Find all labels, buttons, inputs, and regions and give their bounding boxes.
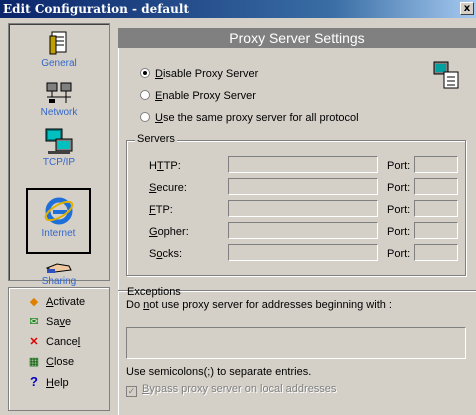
ftp-label: FTP: xyxy=(149,204,173,216)
gopher-server-input[interactable] xyxy=(228,222,378,239)
sharing-hand-icon xyxy=(45,263,72,273)
activate-icon: ◆ xyxy=(29,296,39,308)
socks-port-label: Port: xyxy=(387,248,411,260)
proxy-computers-icon xyxy=(433,61,459,89)
checkmark-icon: ✓ xyxy=(126,386,137,397)
sidebar-item-tcpip[interactable]: TCP/IP xyxy=(9,127,109,168)
internet-explorer-icon xyxy=(44,197,73,225)
document-icon xyxy=(49,31,67,55)
cancel-button[interactable]: ✕ Cancel xyxy=(26,334,80,350)
sidebar-item-label: General xyxy=(41,58,77,69)
http-port-label: Port: xyxy=(387,160,411,172)
disable-proxy-radio[interactable]: Disable Proxy Server xyxy=(140,67,258,81)
http-port-input[interactable] xyxy=(414,156,458,173)
cancel-icon: ✕ xyxy=(29,336,39,348)
ftp-server-input[interactable] xyxy=(228,200,378,217)
gopher-port-label: Port: xyxy=(387,226,411,238)
sidebar-item-sharing[interactable]: Sharing xyxy=(9,260,109,287)
activate-button[interactable]: ◆ Activate xyxy=(26,294,85,310)
secure-port-input[interactable] xyxy=(414,178,458,195)
save-button[interactable]: ✉ Save xyxy=(26,314,71,330)
actions-panel: ◆ Activate ✉ Save ✕ Cancel ▦ Close ? Help xyxy=(8,287,110,411)
sidebar-item-network[interactable]: Network xyxy=(9,81,109,118)
computers-icon xyxy=(45,128,73,154)
exceptions-legend: Exceptions xyxy=(127,286,181,298)
secure-server-input[interactable] xyxy=(228,178,378,195)
sidebar-item-label: TCP/IP xyxy=(42,157,76,168)
http-label: HTTP: xyxy=(149,160,181,172)
socks-label: Socks: xyxy=(149,248,183,260)
window-title: Edit Configuration - default xyxy=(3,2,189,16)
radio-dot xyxy=(140,68,150,78)
exceptions-description: Do not use proxy server for addresses be… xyxy=(126,299,392,311)
close-button[interactable]: ▦ Close xyxy=(26,354,74,370)
window-title-bar: Edit Configuration - default x xyxy=(0,0,476,18)
panel-title: Proxy Server Settings xyxy=(118,28,476,48)
gopher-label: Gopher: xyxy=(149,226,189,238)
socks-server-input[interactable] xyxy=(228,244,378,261)
exceptions-hint: Use semicolons(;) to separate entries. xyxy=(126,366,312,378)
exceptions-input[interactable] xyxy=(126,327,466,359)
secure-label: Secure: xyxy=(149,182,187,194)
network-icon xyxy=(46,82,72,103)
sidebar-item-label: Network xyxy=(40,107,78,118)
sidebar-item-internet[interactable]: Internet xyxy=(26,188,91,254)
gopher-port-input[interactable] xyxy=(414,222,458,239)
enable-proxy-radio[interactable]: Enable Proxy Server xyxy=(140,89,256,103)
ftp-port-label: Port: xyxy=(387,204,411,216)
category-sidebar: General Network TCP/IP Internet Sharing xyxy=(8,23,110,287)
ftp-port-input[interactable] xyxy=(414,200,458,217)
sidebar-item-label: Internet xyxy=(41,228,76,239)
sidebar-item-label: Sharing xyxy=(41,276,77,287)
close-door-icon: ▦ xyxy=(28,356,40,368)
close-window-button[interactable]: x xyxy=(460,2,474,15)
same-proxy-radio[interactable]: Use the same proxy server for all protoc… xyxy=(140,111,359,125)
help-button[interactable]: ? Help xyxy=(26,374,69,390)
help-icon: ? xyxy=(30,374,38,389)
sidebar-item-general[interactable]: General xyxy=(9,30,109,69)
http-server-input[interactable] xyxy=(228,156,378,173)
servers-legend: Servers xyxy=(135,133,177,145)
save-icon: ✉ xyxy=(29,316,39,328)
radio-dot xyxy=(140,90,150,100)
radio-dot xyxy=(140,112,150,122)
secure-port-label: Port: xyxy=(387,182,411,194)
socks-port-input[interactable] xyxy=(414,244,458,261)
bypass-local-checkbox[interactable]: ✓ Bypass proxy server on local addresses xyxy=(126,382,336,397)
